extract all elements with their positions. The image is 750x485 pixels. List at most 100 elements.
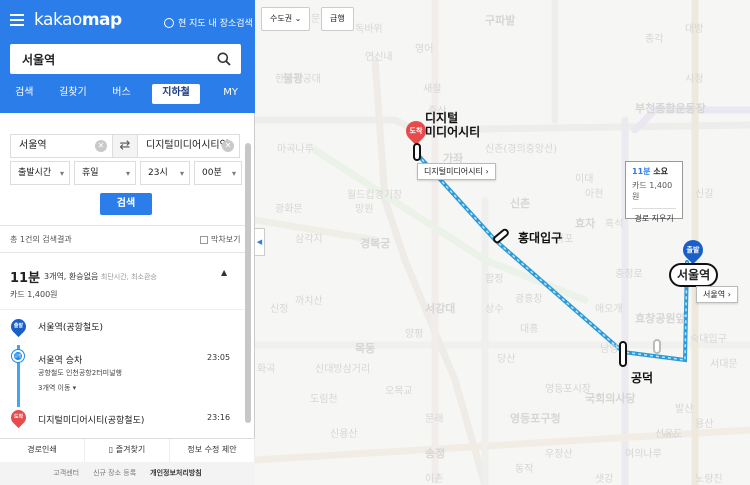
panel-collapse-icon[interactable]: ◀: [255, 228, 265, 256]
step-destination-name[interactable]: 디지털미디어시티(공항철도): [38, 413, 144, 426]
last-train-toggle[interactable]: 막차보기: [200, 234, 240, 245]
favorite-button[interactable]: ▯ 즐겨찾기: [85, 439, 170, 462]
station-label[interactable]: 효창공원앞: [635, 310, 686, 326]
station-label[interactable]: 충정로: [615, 265, 643, 280]
scrollbar[interactable]: [245, 143, 251, 423]
tab-bus[interactable]: 버스: [97, 82, 146, 106]
station-label[interactable]: 목동: [355, 340, 375, 356]
station-dmc-marker[interactable]: [413, 143, 421, 161]
station-label[interactable]: 마곡나루: [277, 140, 314, 155]
station-label[interactable]: 남영: [600, 340, 618, 355]
station-label[interactable]: 화곡: [257, 360, 275, 375]
area-search-toggle[interactable]: 현 지도 내 장소검색: [164, 16, 253, 29]
station-label[interactable]: 광흥창: [515, 290, 543, 305]
clear-route-button[interactable]: 경로 지우기: [632, 208, 676, 224]
station-seoul-tag[interactable]: 서울역 ›: [696, 286, 738, 303]
station-label[interactable]: 흑석: [605, 215, 623, 230]
radio-icon[interactable]: [164, 17, 174, 28]
tab-search[interactable]: 검색: [0, 82, 49, 106]
station-label[interactable]: 광화문: [275, 200, 303, 215]
search-icon[interactable]: [217, 52, 231, 66]
station-label[interactable]: 애오개: [595, 300, 623, 315]
station-label[interactable]: 서강대: [425, 300, 455, 316]
station-label[interactable]: 국회의사당: [585, 390, 636, 406]
station-label[interactable]: 도림천: [310, 390, 338, 405]
station-label[interactable]: 이대: [575, 170, 593, 185]
print-route-button[interactable]: 경로인쇄: [0, 439, 85, 462]
station-label[interactable]: 샛강: [595, 470, 613, 485]
station-label[interactable]: 송정: [425, 445, 445, 461]
minute-select[interactable]: 00분 ▾: [194, 161, 242, 185]
clear-destination-icon[interactable]: ✕: [222, 140, 234, 152]
station-label[interactable]: 영어: [415, 40, 433, 55]
station-label[interactable]: 신길: [695, 185, 713, 200]
station-label[interactable]: 경복궁: [360, 235, 390, 251]
station-label[interactable]: 여의나루: [625, 445, 662, 460]
station-label[interactable]: 상수: [485, 300, 503, 315]
station-label[interactable]: 서대문: [710, 355, 738, 370]
station-label[interactable]: 새절: [423, 80, 441, 95]
station-label[interactable]: 신대방삼거리: [315, 360, 370, 375]
station-label[interactable]: 숙대입구: [690, 330, 727, 345]
hour-select[interactable]: 23시 ▾: [140, 161, 190, 185]
station-label[interactable]: 까치산: [295, 292, 323, 307]
suggest-edit-button[interactable]: 정보 수정 제안: [170, 439, 255, 462]
tab-directions[interactable]: 길찾기: [49, 82, 98, 106]
station-gongdeok-label[interactable]: 공덕: [631, 369, 653, 386]
footer-register-link[interactable]: 신규 장소 등록: [93, 462, 136, 485]
station-hongdae-label[interactable]: 홍대입구: [518, 229, 562, 246]
station-label[interactable]: 노량진: [695, 470, 723, 485]
subway-map[interactable]: 구파발북한산보국문영어독바위연신내불광한국항공대새절증산마곡나루가좌월드컵경기장…: [255, 0, 750, 485]
station-label[interactable]: 영등포구청: [510, 410, 561, 426]
station-label[interactable]: 구파발: [485, 12, 515, 28]
region-select[interactable]: 수도권 ⌄: [261, 7, 311, 31]
station-dmc-label[interactable]: 디지털 미디어시티: [425, 111, 480, 139]
station-label[interactable]: 삼각지: [295, 230, 323, 245]
station-label[interactable]: 연신내: [365, 48, 393, 63]
station-label[interactable]: 당산: [497, 350, 515, 365]
station-label[interactable]: 신용산: [330, 425, 358, 440]
tab-subway[interactable]: 지하철: [151, 84, 201, 104]
collapse-icon[interactable]: ▲: [221, 268, 227, 277]
station-seoul-label[interactable]: 서울역: [669, 263, 719, 287]
checkbox-icon[interactable]: [200, 235, 208, 244]
station-label[interactable]: 우장산: [545, 445, 573, 460]
step-origin-name[interactable]: 서울역(공항철도): [38, 320, 103, 333]
express-button[interactable]: 급행: [321, 7, 354, 31]
station-label[interactable]: 용산: [695, 415, 713, 430]
step-stops-toggle[interactable]: 3개역 이동 ▾: [38, 383, 76, 393]
day-type-select[interactable]: 휴일 ▾: [74, 161, 136, 185]
station-label[interactable]: 문래: [425, 410, 443, 425]
station-label[interactable]: 이촌: [425, 470, 443, 485]
station-label[interactable]: 신촌: [510, 195, 530, 211]
station-label[interactable]: 신정: [270, 300, 288, 315]
footer-privacy-link[interactable]: 개인정보처리방침: [150, 462, 202, 485]
station-label[interactable]: 신촌(경의중앙선): [485, 140, 557, 155]
station-label[interactable]: 부천종합운동장: [635, 100, 706, 116]
station-label[interactable]: 한국항공대: [275, 70, 321, 85]
kakaomap-logo[interactable]: kakaomap: [34, 10, 122, 30]
station-label[interactable]: 월드컵경기장: [347, 186, 402, 201]
station-label[interactable]: 발산: [675, 400, 693, 415]
origin-input[interactable]: 서울역 ✕: [10, 134, 113, 158]
station-label[interactable]: 망원: [355, 200, 373, 215]
station-label[interactable]: 대방: [685, 20, 703, 35]
hamburger-menu-icon[interactable]: [10, 14, 24, 26]
search-button[interactable]: 검색: [100, 193, 152, 215]
station-label[interactable]: 아현: [585, 185, 603, 200]
station-label[interactable]: 대흥: [520, 320, 538, 335]
footer-support-link[interactable]: 고객센터: [53, 462, 79, 485]
station-label[interactable]: 종각: [645, 30, 663, 45]
station-label[interactable]: 합정: [485, 270, 503, 285]
time-type-select[interactable]: 출발시간 ▾: [10, 161, 70, 185]
station-label[interactable]: 독바위: [355, 20, 383, 35]
search-input[interactable]: [10, 44, 200, 74]
station-label[interactable]: 시청: [685, 70, 703, 85]
station-dmc-tag[interactable]: 디지털미디어시티 ›: [417, 163, 496, 180]
tab-my[interactable]: MY: [206, 82, 255, 106]
swap-icon[interactable]: ⇄: [113, 134, 137, 158]
clear-origin-icon[interactable]: ✕: [95, 140, 107, 152]
station-label[interactable]: 양평: [405, 325, 423, 340]
station-label[interactable]: 효자: [575, 215, 595, 231]
station-gongdeok-marker[interactable]: [619, 341, 627, 367]
